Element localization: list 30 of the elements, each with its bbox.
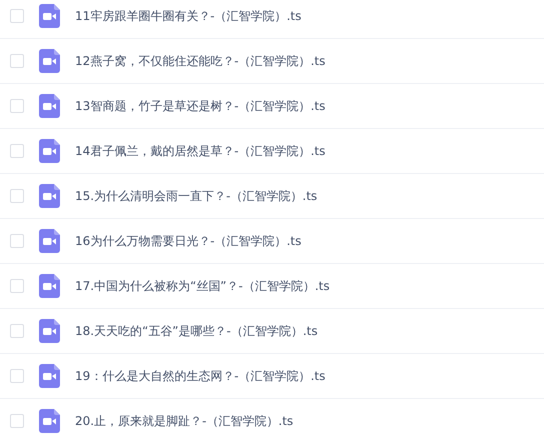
checkbox[interactable] bbox=[10, 189, 24, 203]
video-file-icon bbox=[39, 49, 60, 73]
video-file-icon bbox=[39, 184, 60, 208]
checkbox[interactable] bbox=[10, 279, 24, 293]
file-name[interactable]: 16为什么万物需要日光？-（汇智学院）.ts bbox=[75, 232, 302, 250]
checkbox[interactable] bbox=[10, 414, 24, 428]
video-file-icon bbox=[39, 274, 60, 298]
video-file-icon bbox=[39, 229, 60, 253]
file-name[interactable]: 13智商题，竹子是草还是树？-（汇智学院）.ts bbox=[75, 98, 326, 114]
video-file-icon bbox=[39, 409, 60, 433]
video-file-icon bbox=[39, 4, 60, 28]
file-name[interactable]: 20.止，原来就是脚趾？-（汇智学院）.ts bbox=[75, 412, 294, 430]
checkbox[interactable] bbox=[10, 99, 24, 113]
file-name[interactable]: 12燕子窝，不仅能住还能吃？-（汇智学院）.ts bbox=[75, 52, 326, 70]
video-file-icon bbox=[39, 94, 60, 118]
file-name[interactable]: 15.为什么清明会雨一直下？-（汇智学院）.ts bbox=[75, 188, 318, 204]
checkbox[interactable] bbox=[10, 234, 24, 248]
file-name[interactable]: 14君子佩兰，戴的居然是草？-（汇智学院）.ts bbox=[75, 142, 326, 160]
video-file-icon bbox=[39, 139, 60, 163]
file-name[interactable]: 19：什么是大自然的生态网？-（汇智学院）.ts bbox=[75, 368, 326, 384]
checkbox[interactable] bbox=[10, 324, 24, 338]
checkbox[interactable] bbox=[10, 369, 24, 383]
video-file-icon bbox=[39, 319, 60, 343]
file-name[interactable]: 18.天天吃的“五谷”是哪些？-（汇智学院）.ts bbox=[75, 322, 318, 340]
checkbox[interactable] bbox=[10, 9, 24, 23]
checkbox[interactable] bbox=[10, 54, 24, 68]
file-name[interactable]: 11牢房跟羊圈牛圈有关？-（汇智学院）.ts bbox=[75, 8, 302, 24]
file-name[interactable]: 17.中国为什么被称为“丝国”？-（汇智学院）.ts bbox=[75, 278, 330, 294]
checkbox[interactable] bbox=[10, 144, 24, 158]
video-file-icon bbox=[39, 364, 60, 388]
